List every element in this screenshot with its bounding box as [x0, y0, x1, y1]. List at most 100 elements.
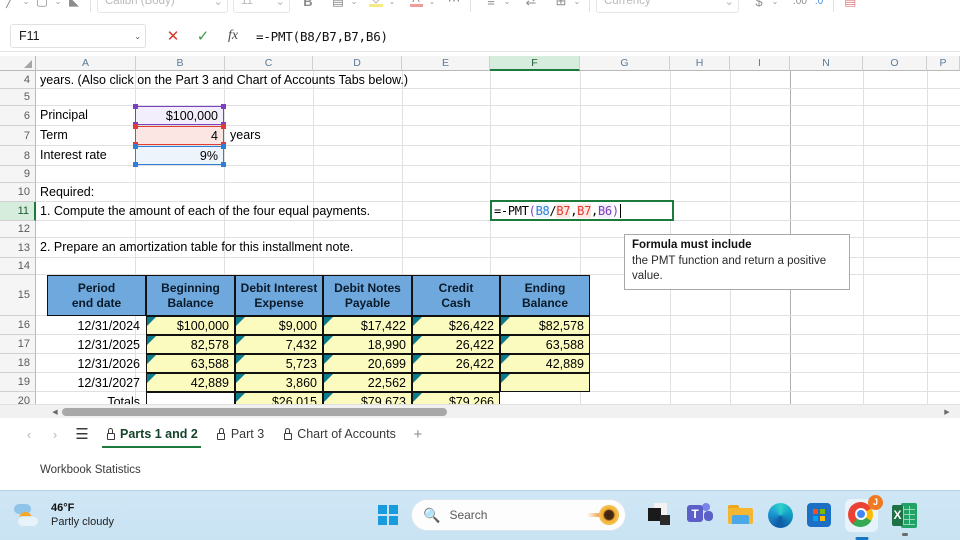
table-row-ending[interactable]: 42,889 [500, 354, 590, 373]
column-header-n[interactable]: N [790, 56, 863, 71]
sheet-tab-part-3[interactable]: Part 3 [207, 419, 273, 449]
cell-b6[interactable]: $100,000 [166, 109, 218, 123]
draw-line-icon[interactable]: ╱ [0, 0, 20, 12]
copilot-icon[interactable] [587, 505, 621, 525]
chevron-right-icon[interactable]: › [42, 421, 68, 447]
row-header-4[interactable]: 4 [0, 71, 36, 89]
column-header-g[interactable]: G [580, 56, 670, 71]
row-header-19[interactable]: 19 [0, 373, 36, 392]
column-header-a[interactable]: A [36, 56, 136, 71]
eraser-icon[interactable]: ◣ [64, 0, 84, 12]
cell-a7[interactable]: Term [36, 125, 135, 145]
cell-c7[interactable]: years [226, 125, 306, 145]
draw-line-caret-icon[interactable]: ⌄ [20, 0, 32, 12]
table-row-cash[interactable]: 26,422 [412, 354, 500, 373]
table-row-interest[interactable]: 5,723 [235, 354, 323, 373]
weather-widget[interactable]: 46°F Partly cloudy [14, 501, 114, 530]
cell-a13[interactable]: 2. Prepare an amortization table for thi… [36, 237, 476, 257]
table-row-ending[interactable]: $82,578 [500, 316, 590, 335]
table-row-cash[interactable]: $26,422 [412, 316, 500, 335]
number-format-caret-icon[interactable]: ⌄ [724, 0, 734, 8]
row-header-6[interactable]: 6 [0, 106, 36, 126]
cell-f11-editor[interactable]: =-PMT(B8/B7, B7, B6) [490, 200, 674, 221]
table-row-date[interactable]: 12/31/2025 [47, 335, 146, 354]
table-row-interest[interactable]: 7,432 [235, 335, 323, 354]
merge-caret-icon[interactable]: ⌄ [571, 0, 583, 12]
row-header-14[interactable]: 14 [0, 258, 36, 275]
search-input[interactable]: 🔍 Search [412, 500, 625, 530]
edge-icon[interactable] [768, 502, 793, 528]
table-row-notes[interactable]: 20,699 [323, 354, 412, 373]
align-caret-icon[interactable]: ⌄ [501, 0, 513, 12]
table-row-interest[interactable]: 3,860 [235, 373, 323, 392]
row-header-12[interactable]: 12 [0, 221, 36, 238]
font-name-caret-icon[interactable]: ⌄ [213, 0, 223, 8]
more-font-options-icon[interactable]: ⋯ [444, 0, 464, 12]
shape-square-icon[interactable]: ▢ [32, 0, 52, 12]
table-row-date[interactable]: 12/31/2027 [47, 373, 146, 392]
row-header-8[interactable]: 8 [0, 146, 36, 166]
font-size-combo[interactable]: 11 ⌄ [233, 0, 290, 13]
align-icon[interactable]: ≡ [481, 0, 501, 12]
name-box[interactable]: F11 ⌄ [10, 24, 146, 48]
table-row-beginning[interactable]: $100,000 [146, 316, 235, 335]
file-explorer-icon[interactable] [727, 504, 754, 526]
wrap-text-icon[interactable]: ⇄ [521, 0, 541, 12]
column-header-e[interactable]: E [402, 56, 490, 71]
column-header-i[interactable]: I [730, 56, 790, 71]
sheet-tab-chart-of-accounts[interactable]: Chart of Accounts [273, 419, 405, 449]
row-header-16[interactable]: 16 [0, 316, 36, 335]
scroll-right-arrow-icon[interactable]: ▶ [940, 405, 954, 419]
row-header-5[interactable]: 5 [0, 89, 36, 106]
font-color-caret-icon[interactable]: ⌄ [426, 0, 438, 12]
cell-b7[interactable]: 4 [211, 129, 218, 143]
row-header-17[interactable]: 17 [0, 335, 36, 354]
font-name-combo[interactable]: Calibri (Body) ⌄ [97, 0, 228, 13]
fill-color-caret-icon[interactable]: ⌄ [386, 0, 398, 12]
table-row-ending[interactable]: 63,588 [500, 335, 590, 354]
borders-caret-icon[interactable]: ⌄ [348, 0, 360, 12]
column-header-o[interactable]: O [863, 56, 927, 71]
table-row-cash[interactable] [412, 373, 500, 392]
increase-decimal-button[interactable]: .00 [789, 0, 811, 7]
table-row-notes[interactable]: 18,990 [323, 335, 412, 354]
borders-icon[interactable]: ▤ [328, 0, 348, 12]
sheet-list-icon[interactable]: ☰ [68, 421, 96, 447]
row-header-9[interactable]: 9 [0, 166, 36, 183]
cell-b8[interactable]: 9% [200, 149, 218, 163]
cell-a4[interactable]: years. (Also click on the Part 3 and Cha… [36, 71, 636, 88]
currency-caret-icon[interactable]: ⌄ [769, 0, 781, 12]
column-header-b[interactable]: B [136, 56, 225, 71]
microsoft-store-icon[interactable] [807, 503, 831, 527]
conditional-format-icon[interactable]: ▤ [840, 0, 860, 12]
scrollbar-thumb[interactable] [62, 408, 447, 416]
excel-icon[interactable]: X [892, 502, 917, 536]
table-row-date[interactable]: 12/31/2024 [47, 316, 146, 335]
table-row-beginning[interactable]: 42,889 [146, 373, 235, 392]
cancel-x-icon[interactable]: ✕ [158, 24, 188, 48]
table-row-beginning[interactable]: 63,588 [146, 354, 235, 373]
decrease-decimal-button[interactable]: .0 [811, 0, 827, 7]
windows-start-icon[interactable] [378, 505, 398, 525]
sheet-tab-parts-1-and-2[interactable]: Parts 1 and 2 [96, 419, 207, 449]
column-header-p[interactable]: P [927, 56, 960, 71]
row-header-15[interactable]: 15 [0, 275, 36, 316]
name-box-caret-icon[interactable]: ⌄ [134, 32, 141, 41]
cell-a6[interactable]: Principal [36, 105, 135, 125]
teams-icon[interactable]: T [687, 503, 713, 527]
currency-symbol-icon[interactable]: $ [749, 0, 769, 12]
chevron-left-icon[interactable]: ‹ [16, 421, 42, 447]
table-row-beginning[interactable]: 82,578 [146, 335, 235, 354]
fx-icon[interactable]: fx [218, 24, 248, 48]
bold-button[interactable]: B [298, 0, 318, 12]
table-row-interest[interactable]: $9,000 [235, 316, 323, 335]
check-icon[interactable]: ✓ [188, 24, 218, 48]
column-header-c[interactable]: C [225, 56, 313, 71]
row-header-11[interactable]: 11 [0, 202, 36, 221]
table-row-notes[interactable]: 22,562 [323, 373, 412, 392]
column-header-h[interactable]: H [670, 56, 730, 71]
add-sheet-icon[interactable]: + [405, 421, 431, 447]
workbook-statistics-label[interactable]: Workbook Statistics [40, 464, 141, 476]
number-format-combo[interactable]: Currency ⌄ [596, 0, 739, 13]
cell-a11[interactable]: 1. Compute the amount of each of the fou… [36, 201, 476, 220]
